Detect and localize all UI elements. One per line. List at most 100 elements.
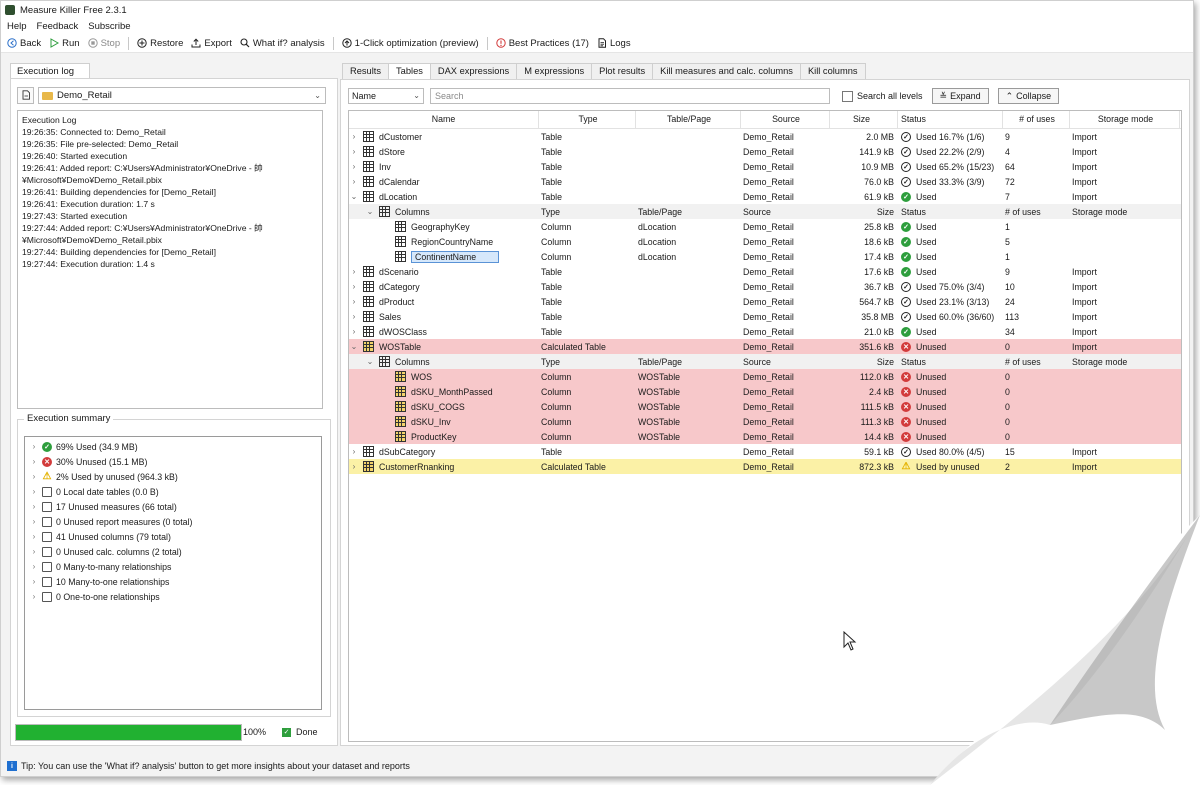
what-if-button[interactable]: What if? analysis [240, 38, 325, 49]
table-row[interactable]: › dSubCategory Table Demo_Retail 59.1 kB ✓ Use… [349, 444, 1181, 459]
partial-check-icon: ✓ [901, 131, 911, 142]
chevron-right-icon[interactable]: › [29, 592, 39, 601]
table-row[interactable]: dSKU_MonthPassed Column WOSTable Demo_Retai… [349, 384, 1181, 399]
tab-dax-expressions[interactable]: DAX expressions [429, 63, 518, 79]
columns-subheader[interactable]: ⌄ Columns Type Table/Page Source Size Status # … [349, 204, 1181, 219]
chevron-right-icon[interactable]: › [29, 547, 39, 556]
one-click-optimization-button[interactable]: 1-Click optimization (preview) [341, 38, 479, 49]
chevron-down-icon[interactable]: ⌄ [365, 357, 375, 366]
chevron-right-icon[interactable]: › [349, 312, 359, 321]
table-row[interactable]: › CustomerRnanking Calculated Table Demo_Re… [349, 459, 1181, 474]
column-header[interactable]: Source [741, 111, 830, 128]
table-row[interactable]: ⌄ dLocation Table Demo_Retail 61.9 kB ✓ Used 7 I… [349, 189, 1181, 204]
tab-results[interactable]: Results [342, 63, 390, 79]
column-header[interactable]: Size [830, 111, 898, 128]
tab-kill-measures-and-calc-columns[interactable]: Kill measures and calc. columns [652, 63, 801, 79]
table-row[interactable]: › dStore Table Demo_Retail 141.9 kB ✓ Used 22.… [349, 144, 1181, 159]
table-row[interactable]: › dCalendar Table Demo_Retail 76.0 kB ✓ Used 3… [349, 174, 1181, 189]
chevron-right-icon[interactable]: › [29, 532, 39, 541]
chevron-right-icon[interactable]: › [349, 462, 359, 471]
column-header[interactable]: Storage mode [1070, 111, 1180, 128]
chevron-right-icon[interactable]: › [29, 457, 39, 466]
table-row[interactable]: › Inv Table Demo_Retail 10.9 MB ✓ Used 65.2% (… [349, 159, 1181, 174]
chevron-right-icon[interactable]: › [349, 267, 359, 276]
chevron-right-icon[interactable]: › [349, 447, 359, 456]
open-file-button[interactable] [17, 87, 34, 104]
table-row[interactable]: WOS Column WOSTable Demo_Retail 112.0 kB ✕ Unu… [349, 369, 1181, 384]
summary-item[interactable]: › ⚠ 2% Used by unused (964.3 kB) [25, 469, 321, 484]
chevron-down-icon[interactable]: ⌄ [349, 342, 359, 351]
table-row[interactable]: dSKU_COGS Column WOSTable Demo_Retail 111.5 … [349, 399, 1181, 414]
stop-button[interactable]: Stop [87, 38, 120, 49]
summary-item[interactable]: › 10 Many-to-one relationships [25, 574, 321, 589]
chevron-right-icon[interactable]: › [29, 577, 39, 586]
tab-plot-results[interactable]: Plot results [591, 63, 654, 79]
table-row[interactable]: ProductKey Column WOSTable Demo_Retail 14.4 … [349, 429, 1181, 444]
chevron-right-icon[interactable]: › [29, 517, 39, 526]
table-row[interactable]: › dScenario Table Demo_Retail 17.6 kB ✓ Used 9 I… [349, 264, 1181, 279]
table-row[interactable]: › Sales Table Demo_Retail 35.8 MB ✓ Used 60.0%… [349, 309, 1181, 324]
menu-subscribe[interactable]: Subscribe [88, 21, 130, 32]
summary-item[interactable]: › ✕ 30% Unused (15.1 MB) [25, 454, 321, 469]
menu-help[interactable]: Help [7, 21, 27, 32]
table-row[interactable]: ⌄ WOSTable Calculated Table Demo_Retail 351.… [349, 339, 1181, 354]
chevron-down-icon[interactable]: ⌄ [349, 192, 359, 201]
columns-subheader[interactable]: ⌄ Columns Type Table/Page Source Size Status # … [349, 354, 1181, 369]
summary-item[interactable]: › ✓ 69% Used (34.9 MB) [25, 439, 321, 454]
table-row[interactable]: GeographyKey Column dLocation Demo_Retail 25… [349, 219, 1181, 234]
chevron-right-icon[interactable]: › [349, 282, 359, 291]
collapse-button[interactable]: ⌃ Collapse [997, 88, 1060, 104]
chevron-right-icon[interactable]: › [349, 327, 359, 336]
chevron-right-icon[interactable]: › [349, 162, 359, 171]
column-header[interactable]: # of uses [1003, 111, 1070, 128]
storage-mode-cell: Import [1072, 461, 1097, 472]
summary-item[interactable]: › 17 Unused measures (66 total) [25, 499, 321, 514]
search-all-levels-checkbox[interactable] [842, 90, 853, 102]
table-row[interactable]: RegionCountryName Column dLocation Demo_Ret… [349, 234, 1181, 249]
menu-feedback[interactable]: Feedback [37, 21, 79, 32]
summary-item[interactable]: › 0 Many-to-many relationships [25, 559, 321, 574]
search-input[interactable]: Search [430, 88, 830, 104]
restore-button[interactable]: Restore [137, 38, 183, 49]
chevron-right-icon[interactable]: › [349, 297, 359, 306]
dataset-select[interactable]: Demo_Retail ⌄ [38, 87, 326, 104]
table-row[interactable]: › dCustomer Table Demo_Retail 2.0 MB ✓ Used 16… [349, 129, 1181, 144]
chevron-right-icon[interactable]: › [29, 442, 39, 451]
summary-item[interactable]: › 0 Unused report measures (0 total) [25, 514, 321, 529]
chevron-down-icon[interactable]: ⌄ [365, 207, 375, 216]
column-header[interactable]: Name [349, 111, 539, 128]
tab-execution-log[interactable]: Execution log [10, 63, 90, 79]
chevron-right-icon[interactable]: › [29, 487, 39, 496]
chevron-right-icon[interactable]: › [349, 132, 359, 141]
table-row[interactable]: dSKU_Inv Column WOSTable Demo_Retail 111.3 k… [349, 414, 1181, 429]
logs-button[interactable]: Logs [597, 38, 631, 49]
column-header[interactable]: Type [539, 111, 636, 128]
chevron-right-icon[interactable]: › [349, 147, 359, 156]
chevron-right-icon[interactable]: › [29, 502, 39, 511]
summary-item[interactable]: › 0 Local date tables (0.0 B) [25, 484, 321, 499]
summary-item[interactable]: › 0 One-to-one relationships [25, 589, 321, 604]
tab-tables[interactable]: Tables [388, 63, 431, 80]
export-button[interactable]: Export [191, 38, 232, 49]
column-header[interactable]: Table/Page [636, 111, 741, 128]
chevron-right-icon[interactable]: › [349, 177, 359, 186]
table-row[interactable]: › dWOSClass Table Demo_Retail 21.0 kB ✓ Used 34… [349, 324, 1181, 339]
table-row[interactable]: › dProduct Table Demo_Retail 564.7 kB ✓ Used 2… [349, 294, 1181, 309]
expand-button[interactable]: ≚ Expand [931, 88, 989, 104]
row-name: Inv [379, 161, 391, 172]
restore-label: Restore [150, 37, 184, 49]
back-button[interactable]: Back [7, 38, 41, 49]
summary-item[interactable]: › 0 Unused calc. columns (2 total) [25, 544, 321, 559]
table-row[interactable]: ContinentName Column dLocation Demo_Retail 1… [349, 249, 1181, 264]
tab-kill-columns[interactable]: Kill columns [799, 63, 866, 79]
chevron-right-icon[interactable]: › [29, 562, 39, 571]
column-header[interactable]: Status [898, 111, 1003, 128]
table-row[interactable]: › dCategory Table Demo_Retail 36.7 kB ✓ Used 7… [349, 279, 1181, 294]
tab-m-expressions[interactable]: M expressions [516, 63, 593, 79]
best-practices-button[interactable]: Best Practices (17) [496, 38, 589, 49]
chevron-right-icon[interactable]: › [29, 472, 39, 481]
field-select[interactable]: Name ⌄ [348, 88, 424, 104]
row-name: ContinentName [411, 250, 500, 263]
summary-item[interactable]: › 41 Unused columns (79 total) [25, 529, 321, 544]
run-button[interactable]: Run [49, 38, 80, 49]
